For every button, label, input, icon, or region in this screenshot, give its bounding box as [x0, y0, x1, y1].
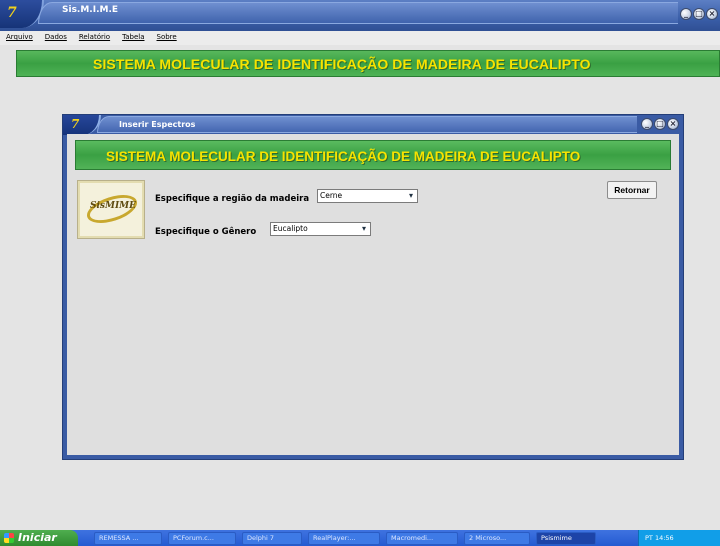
- maximize-button[interactable]: □: [693, 8, 705, 20]
- menu-sobre[interactable]: Sobre: [151, 31, 183, 45]
- child-logo-text: 7: [71, 117, 80, 131]
- child-window-body: SISTEMA MOLECULAR DE IDENTIFICAÇÃO DE MA…: [67, 134, 679, 455]
- genus-select-value: Eucalipto: [273, 224, 308, 233]
- minimize-button[interactable]: _: [680, 8, 692, 20]
- genus-label: Especifique o Gênero: [155, 227, 257, 237]
- child-logo-icon[interactable]: 7: [63, 115, 101, 135]
- menubar: Arquivo Dados Relatório Tabela Sobre: [0, 31, 720, 45]
- close-button[interactable]: ×: [706, 8, 718, 20]
- windows-flag-icon: [4, 533, 14, 543]
- start-button[interactable]: Iniciar: [0, 530, 78, 546]
- child-banner-text: SISTEMA MOLECULAR DE IDENTIFICAÇÃO DE MA…: [106, 149, 581, 164]
- main-banner: SISTEMA MOLECULAR DE IDENTIFICAÇÃO DE MA…: [16, 50, 720, 77]
- main-title-tab: [38, 2, 678, 24]
- taskbar: Iniciar REMESSA ... PCForum.c... Delphi …: [0, 530, 720, 546]
- task-delphi[interactable]: Delphi 7: [242, 531, 302, 545]
- menu-dados[interactable]: Dados: [39, 31, 73, 45]
- region-select[interactable]: Cerne ▾: [317, 189, 418, 203]
- task-pcforum[interactable]: PCForum.c...: [168, 531, 236, 545]
- child-minimize-button[interactable]: _: [641, 118, 653, 130]
- task-microsoft[interactable]: 2 Microso...: [464, 531, 530, 545]
- menu-arquivo[interactable]: Arquivo: [0, 31, 39, 45]
- child-window-controls: _ □ ×: [641, 118, 679, 130]
- main-window-title: Sis.M.I.M.E: [62, 5, 119, 15]
- system-tray: PT 14:56: [638, 530, 720, 546]
- task-psismime[interactable]: Psismime: [536, 531, 596, 545]
- task-remessa[interactable]: REMESSA ...: [94, 531, 162, 545]
- main-window-controls: _ □ ×: [680, 8, 718, 20]
- child-window-title: Inserir Espectros: [119, 120, 196, 129]
- main-titlebar: 7 Sis.M.I.M.E _ □ ×: [0, 0, 720, 31]
- retornar-button[interactable]: Retornar: [607, 181, 657, 199]
- inserir-espectros-window: 7 Inserir Espectros _ □ × SISTEMA MOLECU…: [62, 114, 684, 460]
- genus-select[interactable]: Eucalipto ▾: [270, 222, 371, 236]
- child-banner: SISTEMA MOLECULAR DE IDENTIFICAÇÃO DE MA…: [75, 140, 671, 170]
- start-label: Iniciar: [18, 531, 57, 544]
- task-macromedia[interactable]: Macromedi...: [386, 531, 458, 545]
- app-logo-text: 7: [7, 5, 17, 21]
- region-select-value: Cerne: [320, 191, 343, 200]
- child-close-button[interactable]: ×: [667, 118, 679, 130]
- chevron-down-icon[interactable]: ▾: [358, 223, 370, 235]
- menu-tabela[interactable]: Tabela: [116, 31, 150, 45]
- region-label: Especifique a região da madeira: [155, 194, 310, 204]
- child-maximize-button[interactable]: □: [654, 118, 666, 130]
- menu-relatorio[interactable]: Relatório: [73, 31, 116, 45]
- main-banner-text: SISTEMA MOLECULAR DE IDENTIFICAÇÃO DE MA…: [93, 56, 591, 72]
- chevron-down-icon[interactable]: ▾: [405, 190, 417, 202]
- sismime-logo-text: SisMIME: [90, 201, 136, 211]
- task-realplayer[interactable]: RealPlayer:...: [308, 531, 380, 545]
- sismime-logo: SisMIME: [77, 180, 145, 239]
